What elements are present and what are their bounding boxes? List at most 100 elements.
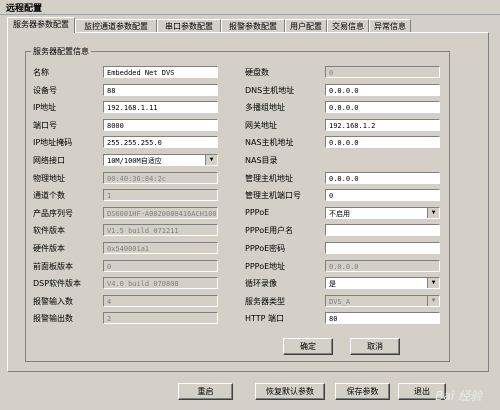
right-field-value-0: 0 [329, 69, 334, 77]
left-label-10: 硬件版本 [33, 244, 65, 253]
right-field-0: 0 [325, 66, 440, 78]
left-field-value-1: 88 [107, 86, 116, 95]
right-field-1[interactable]: 0.0.0.0 [325, 83, 440, 96]
right-field-2[interactable]: 0.0.0.0 [325, 101, 440, 114]
left-field-value-8: DS6001HF-A0020080416ACH100 [107, 209, 217, 218]
right-label-8: PPPoE [245, 207, 270, 217]
left-label-9: 软件版本 [33, 226, 65, 236]
left-field-value-5: 10M/100M自适应 [107, 157, 162, 165]
left-field-0[interactable]: Embedded Net DVS [103, 66, 218, 78]
left-field-value-10: 0x540001a1 [107, 245, 150, 253]
left-field-value-11: 0 [107, 262, 112, 271]
tab-bar: 服务器参数配置 监控通道参数配置 串口参数配置 报警参数配置 用户配置 交易信息… [7, 17, 493, 33]
right-field-7[interactable]: 0 [325, 189, 440, 202]
right-field-8[interactable]: 不启用 ▼ [325, 206, 440, 219]
left-field-value-0: Embedded Net DVS [107, 69, 175, 77]
tab-exception-info[interactable]: 异常信息 [369, 19, 411, 32]
right-label-7: 管理主机端口号 [245, 191, 301, 201]
restore-defaults-button[interactable]: 恢复默认参数 [255, 383, 325, 400]
left-field-value-12: V4.0 build 070808 [107, 280, 179, 289]
tab-transaction-info[interactable]: 交易信息 [327, 19, 369, 32]
right-field-value-6: 0.0.0.0 [329, 174, 359, 183]
right-label-4: NAS主机地址 [245, 138, 294, 148]
group-title: 服务器配置信息 [31, 46, 91, 57]
tab-alarm-config[interactable]: 报警参数配置 [221, 19, 285, 32]
left-field-9: V1.5 build 071211 [103, 224, 218, 237]
chevron-down-icon[interactable]: ▼ [427, 207, 439, 218]
left-field-14: 2 [103, 312, 218, 325]
left-label-2: IP地址 [33, 103, 57, 113]
right-label-13: 服务器类型 [245, 296, 285, 306]
right-field-11: 0.0.0.0 [325, 259, 440, 272]
left-label-4: IP地址掩码 [33, 138, 73, 148]
left-label-8: 产品序列号 [33, 208, 73, 218]
left-field-4[interactable]: 255.255.255.0 [103, 136, 218, 149]
watermark: Bai 经验 [435, 389, 482, 403]
right-field-9[interactable] [325, 224, 440, 237]
chevron-down-icon[interactable]: ▼ [427, 278, 439, 289]
left-label-11: 前面板版本 [33, 261, 73, 271]
chevron-down-icon[interactable]: ▼ [205, 155, 217, 165]
right-label-11: PPPoE地址 [245, 261, 286, 271]
right-field-value-11: 0.0.0.0 [329, 262, 359, 271]
cancel-button[interactable]: 取消 [350, 338, 400, 355]
tab-channel-config[interactable]: 监控通道参数配置 [75, 19, 157, 32]
right-field-value-14: 80 [329, 315, 338, 324]
right-field-4[interactable]: 0.0.0.0 [325, 136, 440, 149]
left-field-8: DS6001HF-A0020080416ACH100 [103, 206, 218, 219]
left-label-6: 物理地址 [33, 173, 65, 183]
right-field-13: DVS_A ▼ [325, 294, 440, 307]
right-field-value-3: 192.168.1.2 [329, 121, 376, 130]
right-field-6[interactable]: 0.0.0.0 [325, 171, 440, 184]
tab-server-config[interactable]: 服务器参数配置 [7, 17, 75, 33]
right-field-value-2: 0.0.0.0 [329, 104, 359, 113]
right-label-1: DNS主机地址 [245, 85, 295, 95]
left-field-10: 0x540001a1 [103, 242, 218, 254]
left-field-value-13: 4 [107, 297, 112, 306]
left-label-12: DSP软件版本 [33, 279, 82, 289]
left-field-value-3: 8000 [107, 121, 124, 130]
right-field-10[interactable] [325, 242, 440, 254]
left-field-2[interactable]: 192.168.1.11 [103, 101, 218, 114]
reboot-button[interactable]: 重启 [178, 383, 233, 400]
right-label-3: 网关地址 [245, 120, 277, 130]
right-label-2: 多播组地址 [245, 103, 285, 113]
left-field-13: 4 [103, 294, 218, 307]
left-field-6: 00:40:36:84:2c [103, 171, 218, 184]
right-field-12[interactable]: 是 ▼ [325, 277, 440, 290]
right-field-3[interactable]: 192.168.1.2 [325, 118, 440, 131]
left-field-value-7: 1 [107, 192, 112, 201]
left-field-value-9: V1.5 build 071211 [107, 227, 179, 236]
left-field-value-14: 2 [107, 315, 112, 324]
left-label-3: 端口号 [33, 120, 57, 130]
window-title: 远程配置 [6, 4, 43, 14]
left-label-1: 设备号 [33, 85, 57, 95]
left-label-0: 名称 [33, 68, 49, 77]
right-field-14[interactable]: 80 [325, 312, 440, 325]
left-label-5: 网络接口 [33, 156, 65, 165]
left-label-13: 报警输入数 [33, 296, 73, 306]
left-label-7: 通道个数 [33, 191, 65, 201]
left-field-value-4: 255.255.255.0 [107, 139, 162, 148]
chevron-down-icon: ▼ [427, 295, 439, 306]
tab-user-config[interactable]: 用户配置 [285, 19, 327, 32]
title-bar: 远程配置 [0, 0, 500, 15]
left-field-5[interactable]: 10M/100M自适应 ▼ [103, 154, 218, 166]
right-field-value-8: 不启用 [329, 209, 350, 218]
right-label-0: 硬盘数 [245, 68, 269, 77]
right-field-value-4: 0.0.0.0 [329, 139, 359, 148]
left-field-1[interactable]: 88 [103, 83, 218, 96]
tab-serial-config[interactable]: 串口参数配置 [157, 19, 221, 32]
left-field-value-6: 00:40:36:84:2c [107, 174, 167, 183]
right-label-14: HTTP 端口 [245, 314, 285, 324]
left-field-3[interactable]: 8000 [103, 118, 218, 131]
left-field-11: 0 [103, 259, 218, 272]
left-field-value-2: 192.168.1.11 [107, 104, 158, 113]
save-params-button[interactable]: 保存参数 [335, 383, 390, 400]
right-label-5: NAS目录 [245, 156, 278, 165]
left-field-7: 1 [103, 189, 218, 202]
left-label-14: 报警输出数 [33, 314, 73, 324]
right-label-10: PPPoE密码 [245, 244, 286, 253]
right-label-9: PPPoE用户名 [245, 226, 294, 236]
ok-button[interactable]: 确定 [283, 338, 333, 355]
